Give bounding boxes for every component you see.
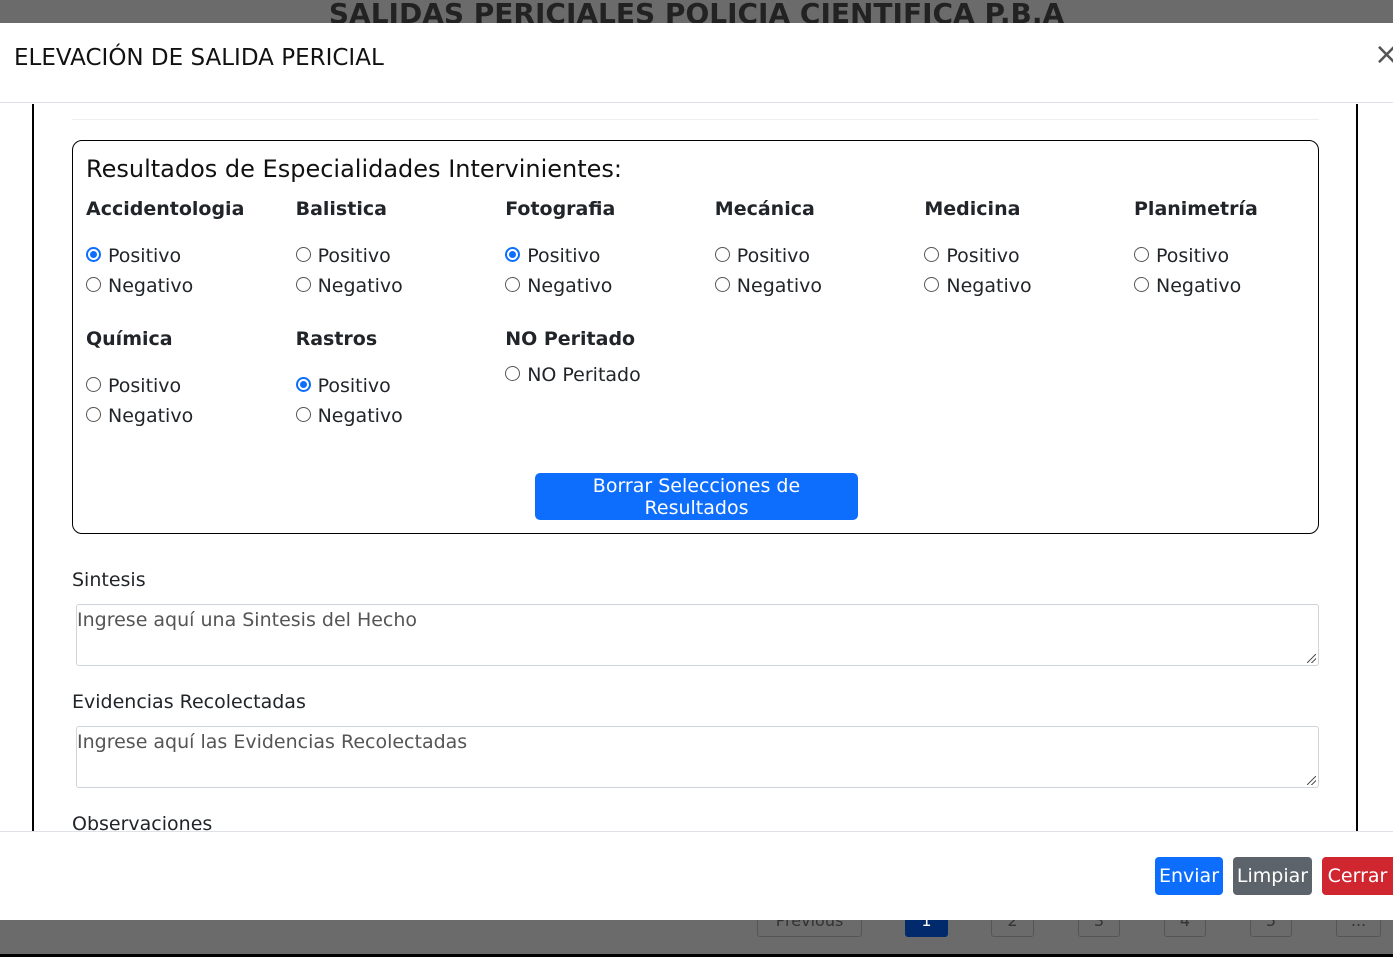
radio-button[interactable] <box>295 277 311 292</box>
radio-option[interactable]: Positivo <box>714 233 915 278</box>
clear-form-button[interactable]: Limpiar <box>1233 857 1312 895</box>
group-title: Química <box>86 328 173 350</box>
background-pagination: Previous 1 2 3 4 5 ... <box>0 920 1393 957</box>
page-5: 5 <box>1250 920 1292 937</box>
result-group: Balistica Positivo Negativo <box>295 197 496 298</box>
result-group: NO Peritado NO Peritado <box>505 327 705 387</box>
radio-label: NO Peritado <box>527 364 641 386</box>
result-group: Rastros Positivo Negativo <box>295 327 496 428</box>
modal-header: ELEVACIÓN DE SALIDA PERICIAL × <box>0 23 1393 103</box>
page-more: ... <box>1336 920 1381 937</box>
radio-button[interactable] <box>295 407 311 422</box>
group-title: Accidentologia <box>86 198 245 220</box>
group-title: NO Peritado <box>505 328 636 350</box>
radio-option[interactable]: Positivo <box>295 363 496 408</box>
radio-label: Positivo <box>1156 244 1230 267</box>
close-button[interactable]: Cerrar <box>1322 857 1393 895</box>
radio-option[interactable]: Positivo <box>86 363 286 408</box>
radio-button[interactable] <box>295 376 311 392</box>
sintesis-textarea[interactable]: Ingrese aquí una Sintesis del Hecho <box>76 604 1319 666</box>
radio-button[interactable] <box>86 376 101 392</box>
resize-grip-icon[interactable] <box>1307 654 1316 663</box>
radio-button[interactable] <box>295 246 311 262</box>
radio-label: Positivo <box>736 244 810 267</box>
radio-button[interactable] <box>86 277 101 292</box>
modal-dialog: ELEVACIÓN DE SALIDA PERICIAL × Resultado… <box>0 23 1393 920</box>
radio-option[interactable]: Negativo <box>714 274 915 298</box>
radio-button[interactable] <box>86 407 101 422</box>
evidencias-placeholder: Ingrese aquí las Evidencias Recolectadas <box>77 731 468 753</box>
radio-label: Negativo <box>736 275 822 297</box>
radio-button[interactable] <box>505 366 521 381</box>
result-group: Planimetría Positivo Negativo <box>1134 197 1334 298</box>
page-1: 1 <box>905 920 948 937</box>
radio-button[interactable] <box>924 277 940 292</box>
radio-label: Negativo <box>527 275 613 297</box>
radio-label: Negativo <box>108 405 194 427</box>
radio-button[interactable] <box>924 246 940 262</box>
modal-title: ELEVACIÓN DE SALIDA PERICIAL <box>14 45 384 71</box>
observaciones-label: Observaciones <box>72 813 213 831</box>
modal-footer: Enviar Limpiar Cerrar <box>0 831 1393 920</box>
radio-button[interactable] <box>505 246 521 262</box>
results-fieldset: Resultados de Especialidades Intervinien… <box>72 140 1319 534</box>
radio-button[interactable] <box>1134 277 1149 292</box>
sintesis-label: Sintesis <box>72 569 146 591</box>
sintesis-placeholder: Ingrese aquí una Sintesis del Hecho <box>77 609 418 631</box>
radio-label: Positivo <box>317 244 391 267</box>
result-group: Química Positivo Negativo <box>86 327 286 428</box>
radio-option[interactable]: Negativo <box>86 274 286 298</box>
group-title: Fotografia <box>505 198 616 220</box>
radio-label: Negativo <box>1156 275 1242 297</box>
radio-option[interactable]: Positivo <box>86 233 286 278</box>
radio-option[interactable]: Positivo <box>505 233 705 278</box>
radio-label: Negativo <box>317 275 403 297</box>
radio-label: Positivo <box>317 374 391 397</box>
result-group: Fotografia Positivo Negativo <box>505 197 705 298</box>
send-button[interactable]: Enviar <box>1155 857 1223 895</box>
evidencias-textarea[interactable]: Ingrese aquí las Evidencias Recolectadas <box>76 726 1319 788</box>
modal-body[interactable]: Resultados de Especialidades Intervinien… <box>0 104 1393 831</box>
radio-label: Negativo <box>946 275 1032 297</box>
radio-button[interactable] <box>714 246 730 262</box>
radio-option[interactable]: Negativo <box>86 404 286 428</box>
radio-button[interactable] <box>86 246 101 262</box>
radio-button[interactable] <box>1134 246 1149 262</box>
radio-option[interactable]: Negativo <box>295 404 496 428</box>
result-group: Accidentologia Positivo Negativo <box>86 197 286 298</box>
close-icon[interactable]: × <box>1374 37 1393 72</box>
page-3: 3 <box>1078 920 1120 937</box>
radio-label: Positivo <box>108 374 182 397</box>
resize-grip-icon[interactable] <box>1307 776 1316 785</box>
radio-option[interactable]: Negativo <box>295 274 496 298</box>
radio-button[interactable] <box>714 277 730 292</box>
radio-option[interactable]: Negativo <box>505 274 705 298</box>
page-previous: Previous <box>757 920 862 937</box>
result-group: Medicina Positivo Negativo <box>924 197 1124 298</box>
radio-label: Negativo <box>108 275 194 297</box>
radio-label: Positivo <box>946 244 1020 267</box>
group-title: Medicina <box>924 198 1021 220</box>
group-title: Mecánica <box>714 198 815 220</box>
group-title: Planimetría <box>1134 198 1258 220</box>
radio-option[interactable]: Positivo <box>1134 233 1334 278</box>
radio-option[interactable]: Negativo <box>1134 274 1334 298</box>
radio-label: Negativo <box>317 405 403 427</box>
radio-label: Positivo <box>108 244 182 267</box>
radio-option[interactable]: Positivo <box>295 233 496 278</box>
results-heading: Resultados de Especialidades Intervinien… <box>86 155 623 183</box>
result-group: Mecánica Positivo Negativo <box>714 197 915 298</box>
page-4: 4 <box>1164 920 1206 937</box>
group-title: Balistica <box>295 198 387 220</box>
radio-button[interactable] <box>505 277 521 292</box>
radio-option[interactable]: Negativo <box>924 274 1124 298</box>
radio-label: Positivo <box>527 244 601 267</box>
background-page-title: SALIDAS PERICIALES POLICIA CIENTIFICA P.… <box>328 0 1065 23</box>
clear-results-button[interactable]: Borrar Selecciones de Resultados <box>535 473 858 520</box>
page-2: 2 <box>991 920 1034 937</box>
radio-option[interactable]: NO Peritado <box>505 363 705 387</box>
radio-option[interactable]: Positivo <box>924 233 1124 278</box>
evidencias-label: Evidencias Recolectadas <box>72 691 306 713</box>
group-title: Rastros <box>295 328 378 350</box>
